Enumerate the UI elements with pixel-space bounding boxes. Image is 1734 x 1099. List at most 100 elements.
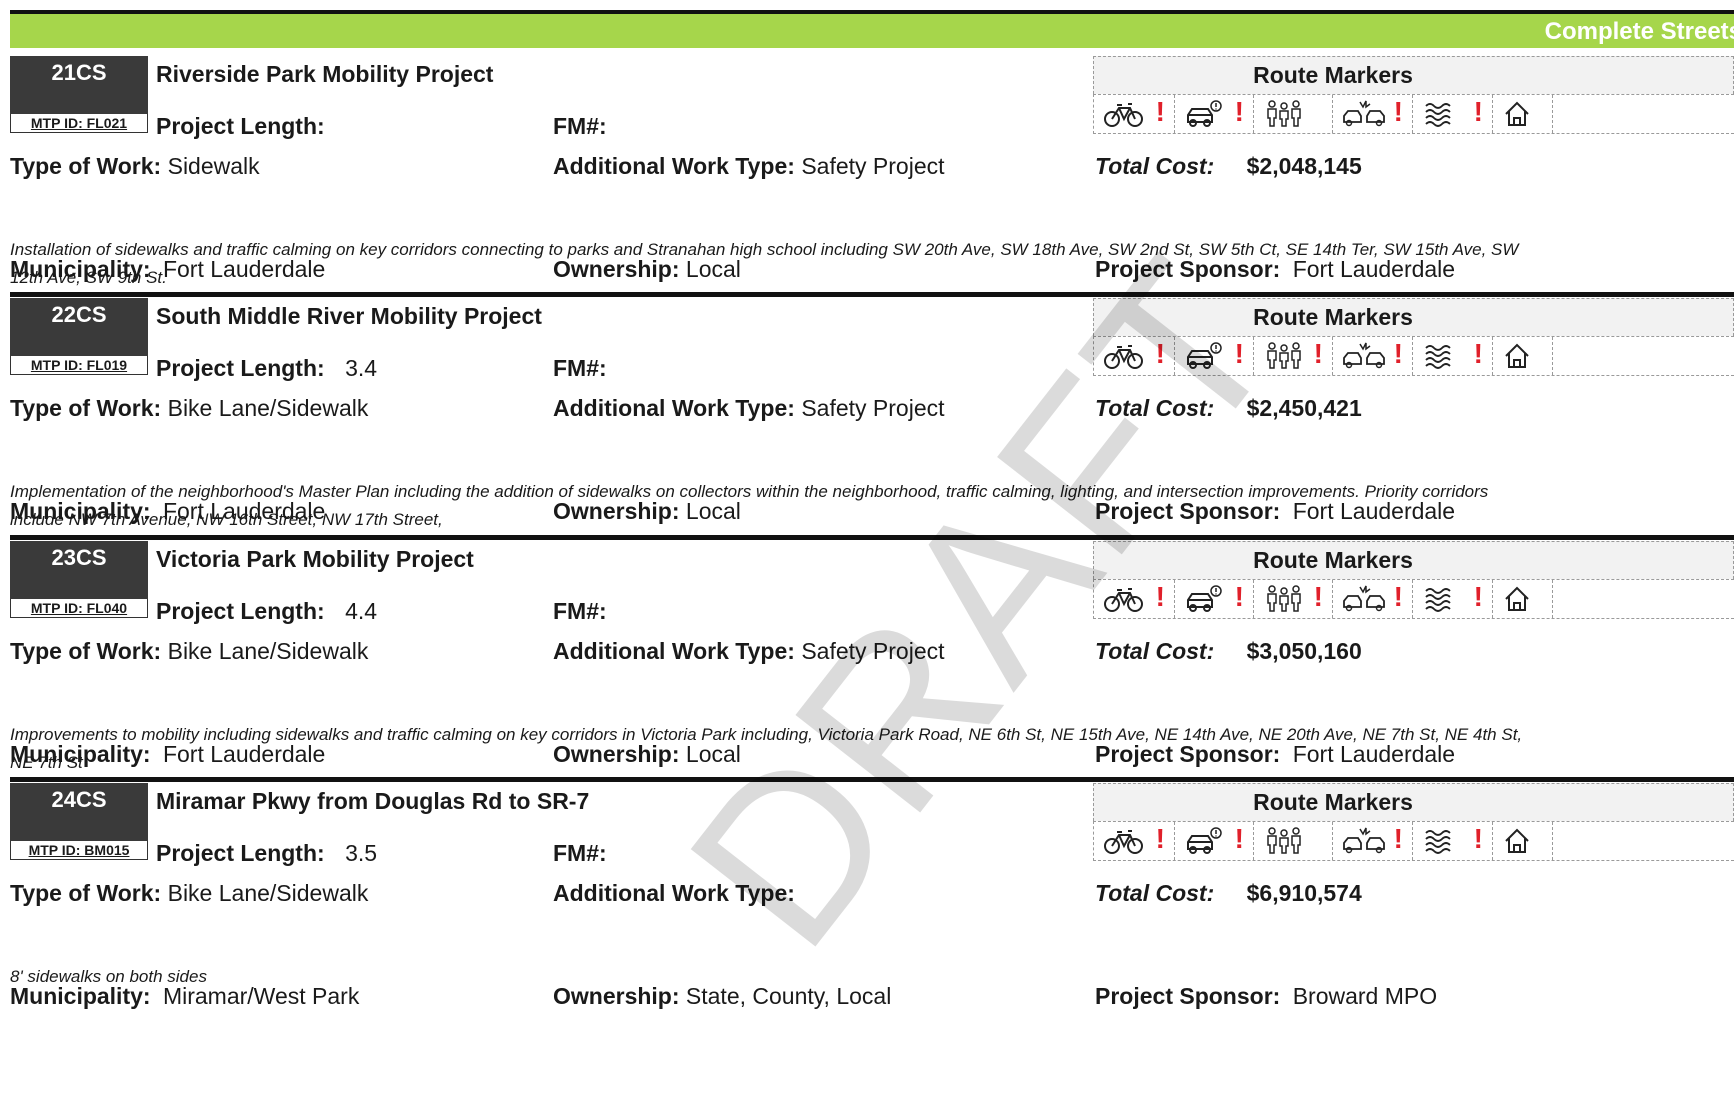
total-cost: Total Cost: $3,050,160	[1095, 638, 1362, 665]
project-length-label: Project Length:	[156, 598, 325, 624]
home-icon	[1505, 343, 1529, 368]
flood-icon	[1425, 830, 1451, 854]
marker-flag: !	[1393, 338, 1403, 369]
marker-flag: !	[1155, 581, 1165, 612]
type-of-work-label: Type of Work:	[10, 153, 162, 179]
type-of-work: Type of Work: Bike Lane/Sidewalk	[10, 638, 368, 665]
fm-label: FM#:	[553, 355, 607, 381]
route-markers-header: Route Markers	[1093, 541, 1734, 579]
municipality-value: Fort Lauderdale	[162, 498, 326, 524]
car-alert-icon	[1187, 585, 1222, 612]
project-card: 22CS MTP ID: FL019 South Middle River Mo…	[10, 292, 1734, 541]
marker-flag: !	[1234, 581, 1244, 612]
municipality: Municipality: Miramar/West Park	[10, 983, 359, 1010]
total-cost-value: $2,450,421	[1246, 395, 1362, 421]
route-markers-panel: Route Markers ! ! ! ! !	[1093, 541, 1734, 626]
type-of-work-label: Type of Work:	[10, 395, 162, 421]
marker-home	[1492, 822, 1553, 860]
project-separator	[10, 292, 1734, 297]
mtp-id-box: MTP ID: FL021	[10, 114, 148, 133]
mtp-id-box: MTP ID: BM015	[10, 841, 148, 860]
marker-flood: !	[1412, 337, 1493, 375]
marker-crash: !	[1332, 822, 1413, 860]
marker-flag: !	[1393, 96, 1403, 127]
mtp-id: MTP ID: FL019	[30, 357, 128, 373]
marker-home	[1492, 95, 1553, 133]
ownership-value: Local	[685, 256, 741, 282]
municipality-value: Miramar/West Park	[162, 983, 360, 1009]
type-of-work-value: Bike Lane/Sidewalk	[167, 395, 369, 421]
mtp-id-box: MTP ID: FL040	[10, 599, 148, 618]
municipality-value: Fort Lauderdale	[162, 741, 326, 767]
municipality-label: Municipality:	[10, 256, 151, 282]
marker-flag: !	[1234, 96, 1244, 127]
route-markers-icons: ! ! ! !	[1093, 821, 1734, 861]
project-sponsor-label: Project Sponsor:	[1095, 741, 1281, 767]
type-of-work: Type of Work: Sidewalk	[10, 153, 260, 180]
project-id: 23CS	[51, 545, 107, 570]
project-id-box-lower	[10, 579, 148, 599]
marker-flag: !	[1393, 581, 1403, 612]
bicycle-icon	[1104, 345, 1143, 369]
type-of-work-value: Bike Lane/Sidewalk	[167, 880, 369, 906]
project-sponsor: Project Sponsor: Fort Lauderdale	[1095, 256, 1455, 283]
additional-work-type-label: Additional Work Type:	[553, 638, 795, 664]
project-id-box: 23CS	[10, 541, 148, 579]
additional-work-type: Additional Work Type: Safety Project	[553, 153, 945, 180]
marker-flag: !	[1473, 96, 1483, 127]
total-cost-value: $3,050,160	[1246, 638, 1362, 664]
marker-car-alert: !	[1174, 337, 1254, 375]
marker-car-alert: !	[1174, 822, 1254, 860]
project-length: Project Length: 4.4	[156, 598, 377, 625]
route-markers-header: Route Markers	[1093, 56, 1734, 94]
project-length-value: 3.5	[345, 840, 378, 866]
project-length-label: Project Length:	[156, 840, 325, 866]
fm-label: FM#:	[553, 598, 607, 624]
total-cost-label: Total Cost:	[1095, 638, 1215, 664]
marker-bicycle: !	[1094, 337, 1175, 375]
project-length: Project Length: 3.4	[156, 355, 377, 382]
project-title: Miramar Pkwy from Douglas Rd to SR-7	[156, 788, 590, 814]
project-card: 24CS MTP ID: BM015 Miramar Pkwy from Dou…	[10, 777, 1734, 1026]
municipality-label: Municipality:	[10, 983, 151, 1009]
route-markers-header: Route Markers	[1093, 298, 1734, 336]
bicycle-icon	[1104, 588, 1143, 612]
fm-label: FM#:	[553, 113, 607, 139]
bicycle-icon	[1104, 830, 1143, 854]
additional-work-type-label: Additional Work Type:	[553, 395, 795, 421]
municipality-label: Municipality:	[10, 498, 151, 524]
marker-flag: !	[1473, 338, 1483, 369]
crash-icon	[1343, 827, 1385, 854]
flood-icon	[1425, 103, 1451, 127]
type-of-work: Type of Work: Bike Lane/Sidewalk	[10, 395, 368, 422]
ownership-label: Ownership:	[553, 498, 680, 524]
category-title: Complete Streets	[1544, 18, 1734, 45]
crash-icon	[1343, 585, 1385, 612]
project-sponsor-label: Project Sponsor:	[1095, 256, 1281, 282]
total-cost-label: Total Cost:	[1095, 880, 1215, 906]
fm-number: FM#:	[553, 355, 607, 382]
project-id: 21CS	[51, 60, 107, 85]
marker-pedestrians	[1253, 822, 1333, 860]
marker-flag: !	[1155, 823, 1165, 854]
project-id-box: 21CS	[10, 56, 148, 94]
project-id-box-lower	[10, 94, 148, 114]
additional-work-type-value: Safety Project	[801, 153, 945, 179]
total-cost-value: $2,048,145	[1246, 153, 1362, 179]
marker-flood: !	[1412, 580, 1493, 618]
flood-icon	[1425, 588, 1451, 612]
municipality-label: Municipality:	[10, 741, 151, 767]
project-length-value: 3.4	[345, 355, 378, 381]
marker-flag: !	[1234, 823, 1244, 854]
fm-number: FM#:	[553, 840, 607, 867]
marker-home	[1492, 580, 1553, 618]
project-title: Victoria Park Mobility Project	[156, 546, 474, 572]
category-banner: Complete Streets	[10, 14, 1734, 48]
marker-flag: !	[1234, 338, 1244, 369]
car-alert-icon	[1187, 827, 1222, 854]
ownership-value: State, County, Local	[685, 983, 892, 1009]
ownership-label: Ownership:	[553, 256, 680, 282]
project-id-box: 24CS	[10, 783, 148, 821]
marker-pedestrians	[1253, 95, 1333, 133]
marker-flood: !	[1412, 95, 1493, 133]
